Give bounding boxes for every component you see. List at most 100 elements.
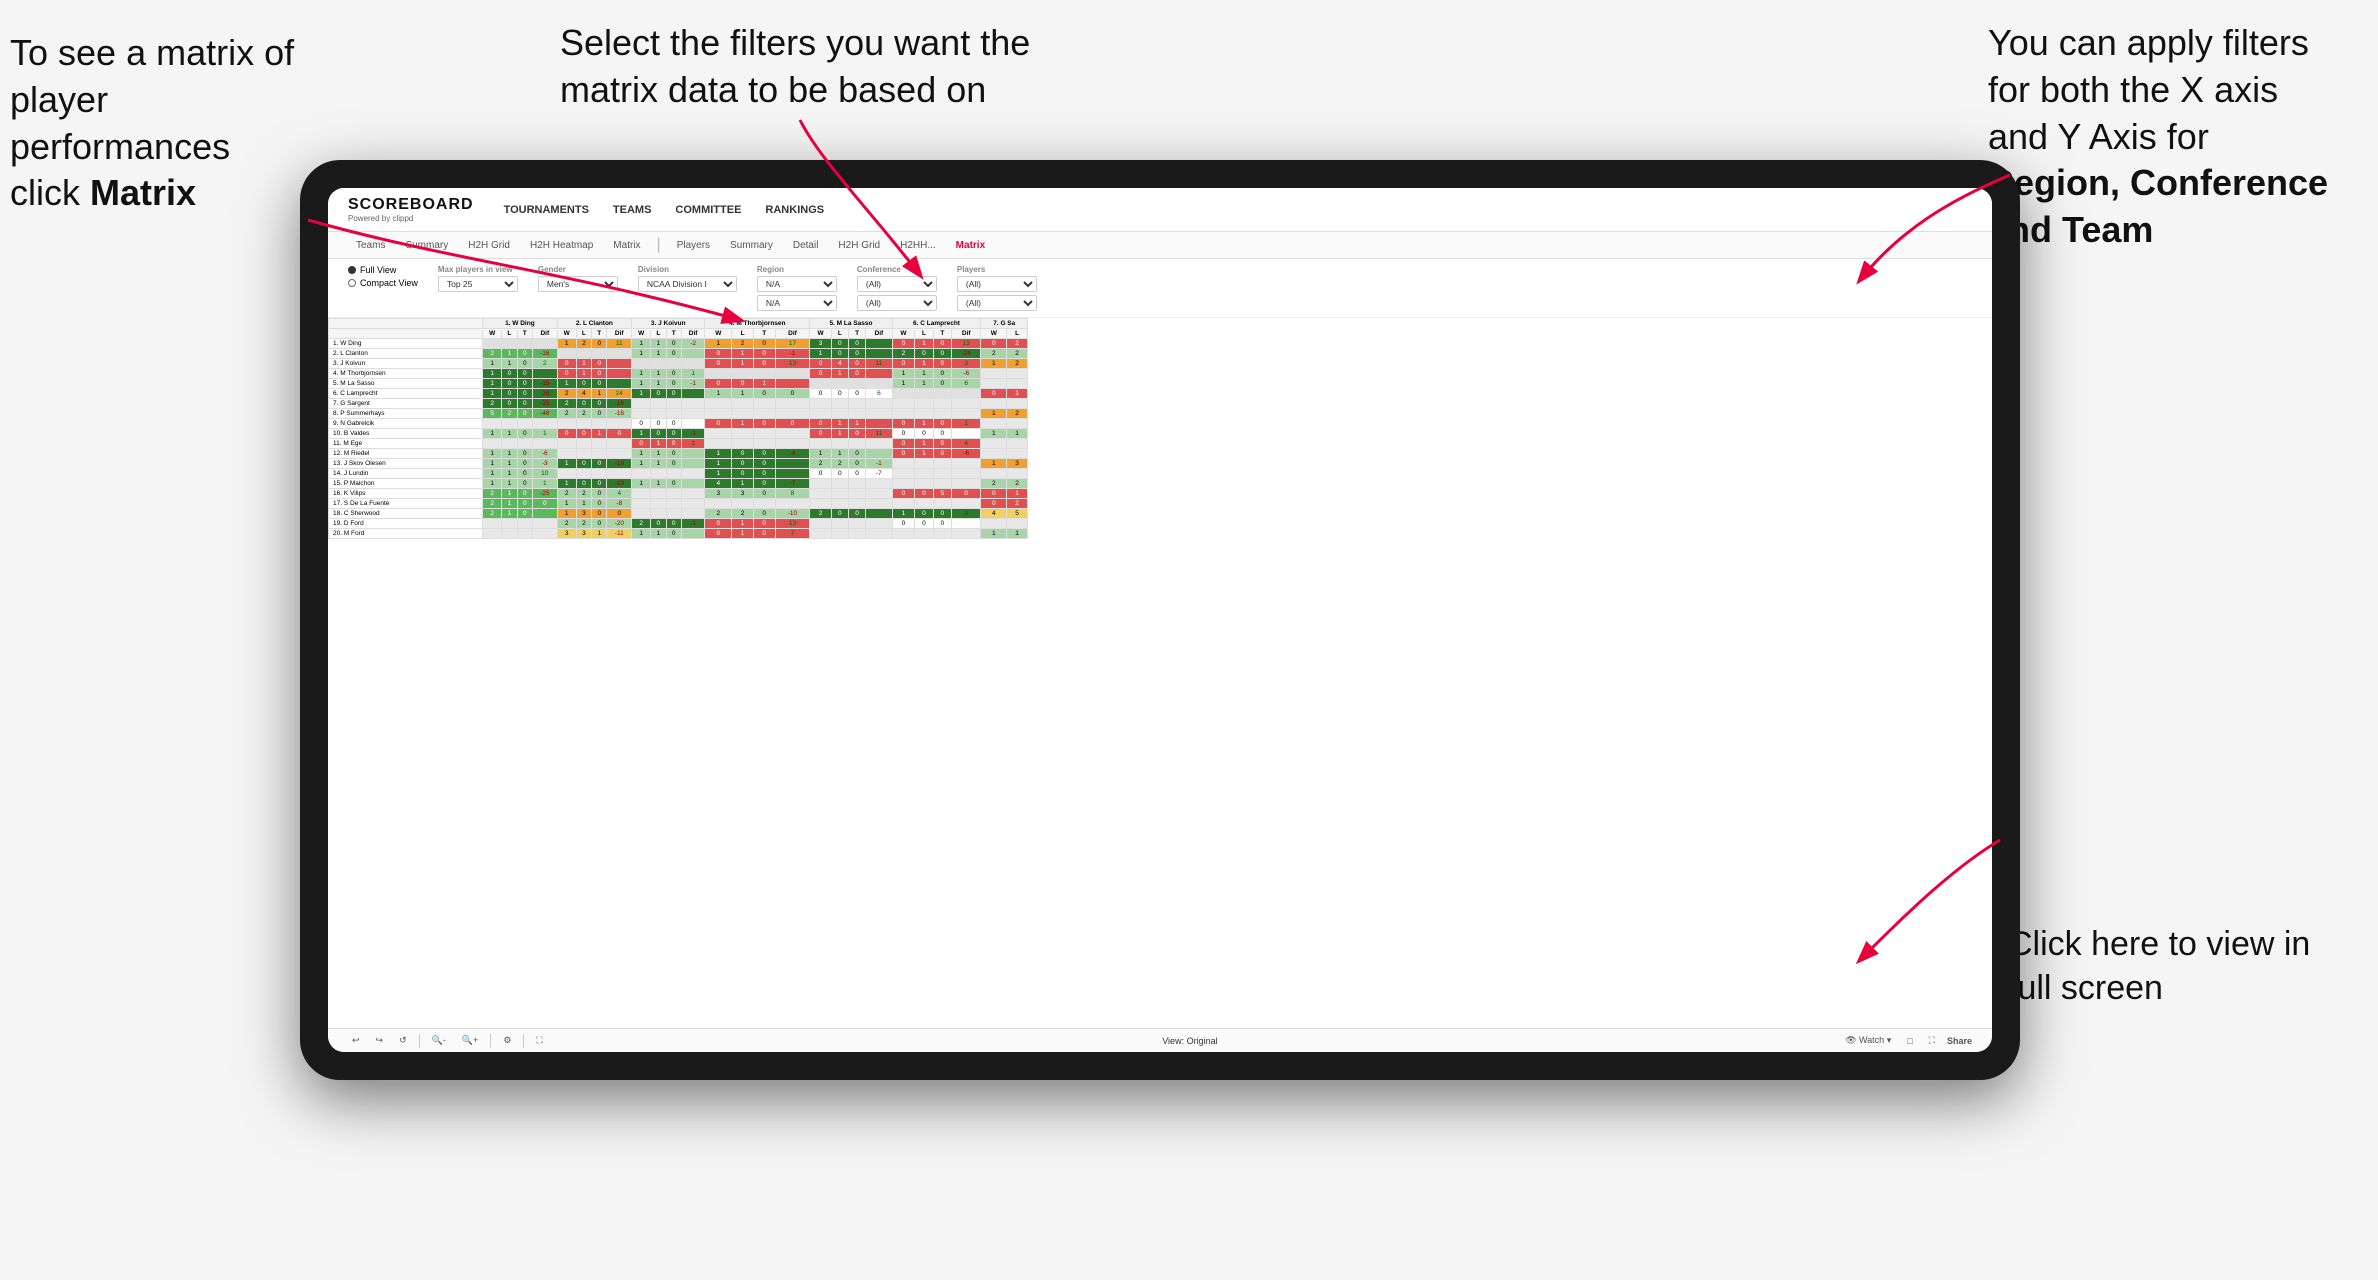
matrix-cell: 1 — [915, 369, 933, 379]
division-select[interactable]: NCAA Division I — [638, 276, 737, 292]
matrix-cell-dif: 1 — [532, 479, 557, 489]
matrix-cell: 1 — [732, 519, 754, 529]
matrix-cell-dif — [681, 459, 704, 469]
gender-select[interactable]: Men's — [538, 276, 618, 292]
matrix-cell: 2 — [981, 479, 1007, 489]
table-row: 18. C Sherwood2101300220-10200100345 — [329, 509, 1028, 519]
toolbar-share-icon[interactable]: □ — [1903, 1034, 1916, 1048]
matrix-cell: 0 — [981, 389, 1007, 399]
matrix-cell: 0 — [981, 499, 1007, 509]
matrix-cell — [576, 419, 591, 429]
region-select-x[interactable]: N/A — [757, 276, 837, 292]
players-select-x[interactable]: (All) — [957, 276, 1037, 292]
toolbar-settings[interactable]: ⚙ — [499, 1033, 515, 1048]
table-row: 14. J Lundin11010100000-7 — [329, 469, 1028, 479]
full-view-option[interactable]: Full View — [348, 265, 418, 275]
matrix-cell-dif — [681, 349, 704, 359]
matrix-table-container[interactable]: 1. W Ding 2. L Clanton 3. J Koivun 4. M … — [328, 318, 1992, 1028]
max-players-filter: Max players in view Top 25 — [438, 265, 518, 292]
conference-select-x[interactable]: (All) — [857, 276, 937, 292]
subnav-matrix[interactable]: Matrix — [605, 237, 648, 254]
col-header-2: 2. L Clanton — [557, 319, 631, 329]
matrix-cell: 0 — [592, 489, 607, 499]
matrix-cell-dif: -3 — [532, 459, 557, 469]
region-select-y[interactable]: N/A — [757, 295, 837, 311]
subnav-h2h-grid[interactable]: H2H Grid — [460, 237, 518, 254]
matrix-cell — [517, 439, 532, 449]
matrix-cell: 1 — [915, 439, 933, 449]
matrix-cell: 1 — [576, 369, 591, 379]
matrix-cell: 0 — [848, 459, 865, 469]
toolbar-undo[interactable]: ↩ — [348, 1033, 364, 1048]
full-view-radio[interactable] — [348, 266, 356, 274]
max-players-label: Max players in view — [438, 265, 518, 274]
subnav-players[interactable]: Players — [669, 237, 718, 254]
matrix-cell: 0 — [651, 419, 666, 429]
matrix-cell: 2 — [1007, 359, 1028, 369]
subnav-teams[interactable]: Teams — [348, 237, 393, 254]
annotation-tr-line1: You can apply filters for both the X axi… — [1988, 22, 2309, 157]
matrix-cell — [557, 419, 576, 429]
matrix-cell — [666, 469, 681, 479]
player-name-cell: 20. M Ford — [329, 529, 483, 539]
matrix-cell-dif: -11 — [607, 529, 632, 539]
main-nav: TOURNAMENTS TEAMS COMMITTEE RANKINGS — [504, 200, 825, 220]
matrix-cell — [831, 439, 848, 449]
matrix-cell-dif — [775, 459, 810, 469]
toolbar-zoom-out[interactable]: 🔍- — [428, 1033, 450, 1048]
matrix-cell: 0 — [848, 349, 865, 359]
matrix-cell: 1 — [502, 489, 517, 499]
toolbar-refresh[interactable]: ↺ — [395, 1033, 411, 1048]
subnav-summary[interactable]: Summary — [397, 237, 456, 254]
table-row: 3. J Koivun11020100101304011010312 — [329, 359, 1028, 369]
matrix-cell — [557, 469, 576, 479]
subnav-players-summary[interactable]: Summary — [722, 237, 781, 254]
matrix-cell: 0 — [592, 369, 607, 379]
subnav-players-h2hh[interactable]: H2HH... — [892, 237, 944, 254]
nav-rankings[interactable]: RANKINGS — [765, 200, 824, 220]
nav-tournaments[interactable]: TOURNAMENTS — [504, 200, 589, 220]
max-players-select[interactable]: Top 25 — [438, 276, 518, 292]
matrix-cell: 0 — [933, 359, 951, 369]
matrix-cell-dif: 6 — [951, 379, 981, 389]
toolbar-watch[interactable]: 👁 Watch ▾ — [1841, 1033, 1895, 1048]
matrix-cell — [576, 439, 591, 449]
full-view-label: Full View — [360, 265, 396, 275]
toolbar-zoom-in[interactable]: 🔍+ — [458, 1033, 482, 1048]
matrix-cell-dif: -7 — [775, 479, 810, 489]
matrix-cell: 0 — [831, 509, 848, 519]
sh-5-l: L — [831, 329, 848, 339]
sh-1-t: T — [517, 329, 532, 339]
nav-committee[interactable]: COMMITTEE — [675, 200, 741, 220]
matrix-cell — [592, 349, 607, 359]
subnav-h2h-heatmap[interactable]: H2H Heatmap — [522, 237, 601, 254]
matrix-cell-dif — [681, 449, 704, 459]
matrix-cell — [933, 459, 951, 469]
matrix-cell: 0 — [666, 419, 681, 429]
nav-teams[interactable]: TEAMS — [613, 200, 652, 220]
matrix-cell-dif — [681, 479, 704, 489]
player-name-cell: 19. D Ford — [329, 519, 483, 529]
compact-view-radio[interactable] — [348, 279, 356, 287]
players-select-y[interactable]: (All) — [957, 295, 1037, 311]
matrix-cell: 1 — [632, 339, 651, 349]
toolbar-fullscreen[interactable]: ⛶ — [532, 1033, 546, 1048]
subnav-active-matrix[interactable]: Matrix — [948, 237, 993, 254]
matrix-cell — [753, 439, 775, 449]
player-name-cell: 17. S De La Fuente — [329, 499, 483, 509]
matrix-cell-dif: 17 — [775, 339, 810, 349]
subnav-players-h2h-grid[interactable]: H2H Grid — [830, 237, 888, 254]
matrix-cell: 0 — [502, 369, 517, 379]
toolbar-expand[interactable]: ⛶ — [1925, 1033, 1939, 1048]
compact-view-option[interactable]: Compact View — [348, 278, 418, 288]
conference-select-y[interactable]: (All) — [857, 295, 937, 311]
matrix-cell: 2 — [557, 399, 576, 409]
table-row: 2. L Clanton210-16110010-1100200-2422 — [329, 349, 1028, 359]
matrix-cell: 0 — [666, 389, 681, 399]
toolbar-redo[interactable]: ↪ — [372, 1033, 388, 1048]
matrix-cell — [848, 439, 865, 449]
matrix-cell: 1 — [732, 389, 754, 399]
subnav-players-detail[interactable]: Detail — [785, 237, 827, 254]
matrix-cell — [933, 409, 951, 419]
toolbar-share-btn[interactable]: Share — [1947, 1036, 1972, 1046]
